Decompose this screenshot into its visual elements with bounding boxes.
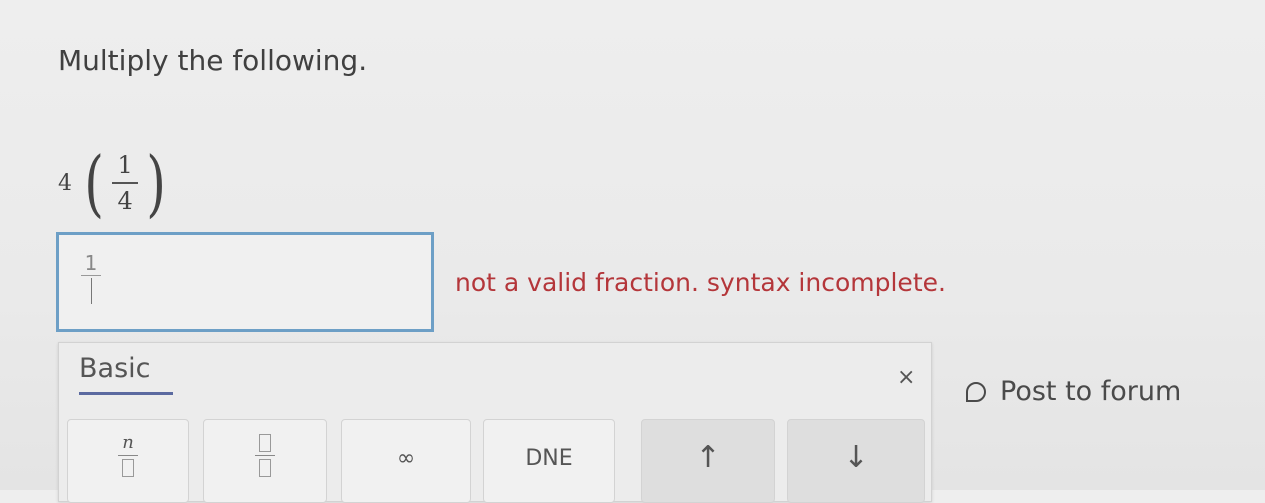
down-arrow-icon: ↓ bbox=[843, 440, 869, 475]
post-to-forum-label: Post to forum bbox=[1000, 376, 1182, 407]
text-cursor bbox=[90, 278, 92, 304]
left-paren: ( bbox=[84, 141, 104, 225]
up-arrow-key[interactable]: ↑ bbox=[641, 419, 775, 503]
fraction-numerator: 1 bbox=[117, 150, 133, 179]
fraction-icon-bottom-box bbox=[259, 459, 271, 477]
question-prompt: Multiply the following. bbox=[58, 44, 368, 77]
right-paren: ) bbox=[146, 141, 166, 225]
math-expression: 4 ( 1 4 ) bbox=[58, 138, 170, 228]
expression-fraction: 1 4 bbox=[112, 150, 139, 215]
error-message: not a valid fraction. syntax incomplete. bbox=[455, 268, 946, 297]
answer-fraction-bar bbox=[81, 275, 101, 276]
fraction-denominator: 4 bbox=[117, 187, 133, 215]
fraction-bar bbox=[112, 182, 139, 184]
post-to-forum-link[interactable]: Post to forum bbox=[966, 376, 1181, 407]
answer-numerator[interactable]: 1 bbox=[85, 253, 98, 273]
answer-fraction[interactable]: 1 bbox=[79, 253, 103, 304]
math-keypad: Basic × n ∞ DNE ↑ ↓ bbox=[58, 342, 932, 503]
fraction-n-icon: n bbox=[118, 434, 138, 477]
tab-basic[interactable]: Basic bbox=[79, 353, 173, 395]
fraction-icon-box bbox=[122, 459, 134, 477]
fraction-icon-bar bbox=[118, 455, 138, 456]
fraction-icon bbox=[255, 434, 275, 477]
fraction-icon-bar bbox=[255, 455, 275, 456]
infinity-key[interactable]: ∞ bbox=[341, 419, 471, 503]
answer-input[interactable]: 1 bbox=[56, 232, 434, 332]
expression-coefficient: 4 bbox=[58, 170, 72, 196]
up-arrow-icon: ↑ bbox=[695, 440, 721, 475]
fraction-key[interactable] bbox=[203, 419, 327, 503]
fraction-n-key[interactable]: n bbox=[67, 419, 189, 503]
infinity-icon: ∞ bbox=[396, 446, 416, 471]
down-arrow-key[interactable]: ↓ bbox=[787, 419, 925, 503]
dne-label: DNE bbox=[525, 446, 573, 471]
fraction-icon-top-box bbox=[259, 434, 271, 452]
fraction-n-numerator: n bbox=[122, 432, 134, 453]
dne-key[interactable]: DNE bbox=[483, 419, 615, 503]
speech-bubble-icon bbox=[966, 381, 986, 402]
close-keypad-button[interactable]: × bbox=[897, 365, 915, 390]
